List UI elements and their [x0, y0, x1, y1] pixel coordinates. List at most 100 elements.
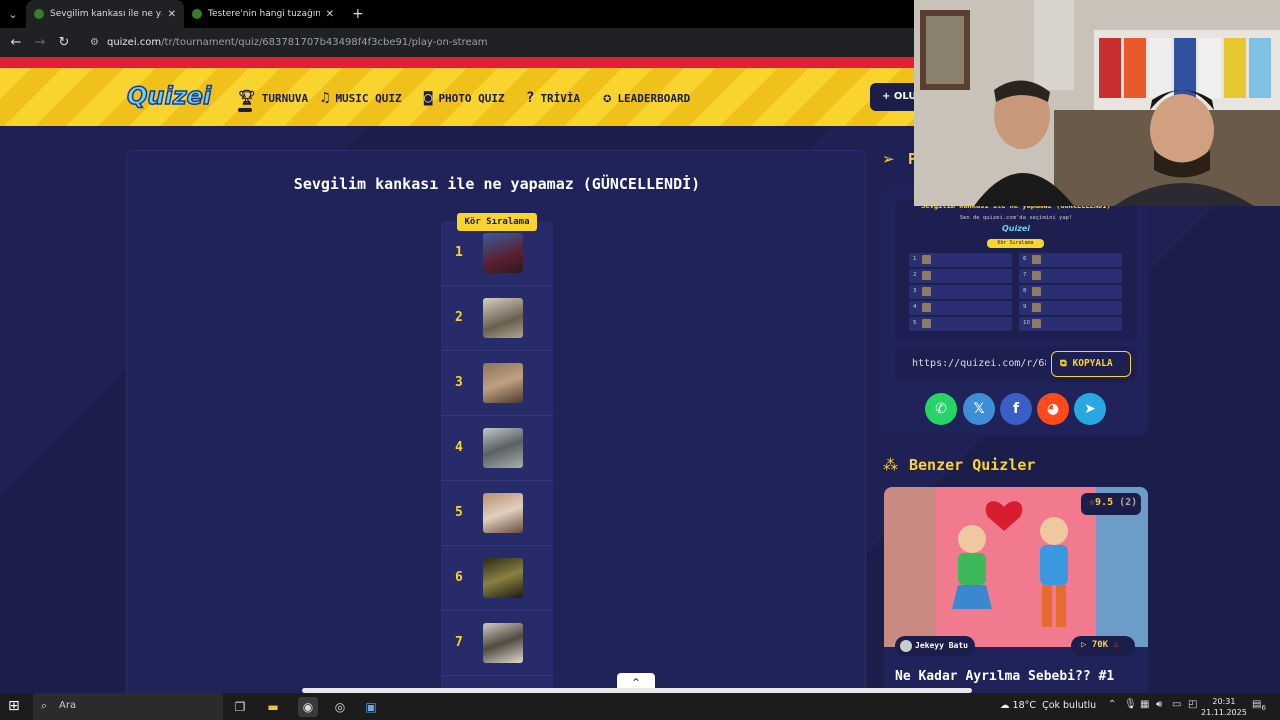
rank-row[interactable]: 6 — [441, 546, 553, 611]
new-tab-plus-icon[interactable]: + — [352, 6, 364, 22]
rank-number: 7 — [455, 635, 463, 650]
taskbar-clock[interactable]: 20:31 21.11.2025 — [1201, 696, 1247, 718]
file-explorer-icon[interactable]: ▬ — [263, 697, 283, 717]
rank-thumbnail — [483, 428, 523, 468]
similar-quizzes-title: Benzer Quizler — [909, 456, 1036, 474]
whatsapp-icon[interactable]: ✆ — [925, 393, 957, 425]
site-settings-icon[interactable]: ⚙ — [90, 37, 99, 48]
preview-row: 10 — [1019, 317, 1122, 331]
fire-icon: ♨ — [1108, 640, 1119, 650]
remote-desktop-icon[interactable]: ▣ — [361, 697, 381, 717]
rank-row[interactable]: 4 — [441, 416, 553, 481]
webcam-video — [914, 0, 1280, 206]
rank-row[interactable]: 2 — [441, 286, 553, 351]
preview-subtitle: Sen de quizei.com'da seçimini yap! — [959, 215, 1073, 221]
preview-row: 7 — [1019, 269, 1122, 283]
preview-row: 3 — [909, 285, 1012, 299]
medal-icon: ✪ — [603, 90, 612, 106]
rank-thumbnail — [483, 298, 523, 338]
tab-list-chevron-icon[interactable]: ⌄ — [0, 8, 26, 21]
rank-number: 1 — [455, 245, 463, 260]
site-favicon-icon — [34, 9, 44, 19]
rank-number: 2 — [455, 310, 463, 325]
quiz-title: Sevgilim kankası ile ne yapamaz (GÜNCELL… — [293, 175, 701, 193]
preview-row: 5 — [909, 317, 1012, 331]
nav-music-quiz[interactable]: ♫ MUSIC QUIZ — [321, 90, 402, 106]
rank-number: 6 — [455, 570, 463, 585]
play-icon: ▷ — [1081, 640, 1092, 650]
volume-icon[interactable]: 🔊︎ — [1156, 699, 1162, 710]
similar-quiz-card[interactable]: ☆9.5 (2) Jekeyy Batu ▷ 70K ♨ Ne Kadar Ay… — [884, 487, 1148, 697]
tab-title: Sevgilim kankası ile ne yapamaz — [50, 9, 162, 19]
x-twitter-icon[interactable]: 𝕏 — [963, 393, 995, 425]
rank-row[interactable]: 3 — [441, 351, 553, 416]
windows-start-icon[interactable]: ⊞ — [8, 698, 20, 714]
quiz-card-title[interactable]: Ne Kadar Ayrılma Sebebi?? #1 — [895, 669, 1114, 684]
question-bubble-icon: ? — [526, 90, 535, 106]
rank-row[interactable]: 5 — [441, 481, 553, 546]
nav-photo-quiz[interactable]: ◙ PHOTO QUIZ — [424, 90, 505, 106]
browser-tab-2[interactable]: Testere'nin hangi tuzağından k ✕ — [184, 0, 342, 28]
tray-chevron-icon[interactable]: ⌃ — [1108, 699, 1116, 710]
rank-thumbnail — [483, 493, 523, 533]
weather-widget[interactable]: ☁ 18°C Çok bulutlu — [1000, 700, 1096, 711]
taskbar-search-box[interactable]: ⌕ Ara — [33, 693, 223, 720]
copy-button[interactable]: ⧉ KOPYALA — [1051, 351, 1131, 377]
url-field[interactable]: quizei.com/tr/tournament/quiz/683781707b… — [107, 37, 488, 48]
close-tab-icon[interactable]: ✕ — [326, 9, 334, 20]
nav-trivia[interactable]: ? TRİVİA — [526, 90, 580, 106]
notifications-icon[interactable]: ▤6 — [1252, 699, 1266, 712]
preview-logo: Quizei — [1001, 224, 1031, 233]
rank-number: 3 — [455, 375, 463, 390]
battery-icon[interactable]: ▭ — [1172, 699, 1181, 710]
rank-row[interactable]: 1 — [441, 221, 553, 286]
app-icon[interactable]: ◎ — [330, 697, 350, 717]
forward-arrow-icon[interactable]: → — [28, 35, 52, 50]
preview-row: 9 — [1019, 301, 1122, 315]
task-view-icon[interactable]: ❐ — [230, 697, 250, 717]
telegram-icon[interactable]: ➤ — [1074, 393, 1106, 425]
preview-badge: Kör Sıralama — [987, 239, 1044, 248]
quiz-author[interactable]: Jekeyy Batu — [895, 636, 975, 656]
rank-row[interactable]: 7 — [441, 611, 553, 676]
cluster-icon: ⁂ — [883, 456, 898, 474]
nav-turnuva[interactable]: 🏆︎ TURNUVA — [238, 90, 308, 106]
quiz-panel: Sevgilim kankası ile ne yapamaz (GÜNCELL… — [126, 150, 866, 711]
camera-icon: ◙ — [424, 90, 433, 106]
site-logo[interactable]: Quizei — [126, 81, 212, 111]
rank-thumbnail — [483, 233, 523, 273]
close-tab-icon[interactable]: ✕ — [168, 9, 176, 20]
rank-number: 4 — [455, 440, 463, 455]
reload-icon[interactable]: ↻ — [52, 35, 76, 50]
share-preview-image: Sevgilim kankası ile ne yapamaz (GÜNCELL… — [895, 200, 1137, 340]
tab-title: Testere'nin hangi tuzağından k — [208, 9, 320, 19]
quiz-play-count: ▷ 70K ♨ — [1071, 636, 1135, 656]
nav-leaderboard[interactable]: ✪ LEADERBOARD — [603, 90, 690, 106]
facebook-icon[interactable]: f — [1000, 393, 1032, 425]
browser-tab-1[interactable]: Sevgilim kankası ile ne yapamaz ✕ — [26, 0, 184, 28]
share-link-input[interactable]: https://quizei.com/r/683 — [912, 358, 1046, 369]
site-favicon-icon — [192, 9, 202, 19]
avatar — [900, 640, 912, 652]
chrome-icon[interactable]: ◉ — [298, 697, 318, 717]
network-icon[interactable]: ▦ — [1140, 699, 1149, 710]
send-icon: ➢ — [882, 150, 895, 168]
rank-thumbnail — [483, 558, 523, 598]
trophy-icon: 🏆︎ — [238, 90, 256, 106]
microphone-icon[interactable]: 🎙︎ — [1124, 699, 1137, 710]
share-link-box: https://quizei.com/r/683 ⧉ KOPYALA — [895, 346, 1137, 382]
windows-taskbar: ⊞ ⌕ Ara ❐ ▬ ◉ ◎ ▣ ☁ 18°C Çok bulutlu ⌃ 🎙… — [0, 693, 1280, 720]
search-icon: ⌕ — [41, 699, 48, 712]
cloud-icon: ☁ — [1000, 700, 1013, 711]
preview-row: 8 — [1019, 285, 1122, 299]
preview-row: 4 — [909, 301, 1012, 315]
copy-icon: ⧉ — [1060, 358, 1073, 369]
language-icon[interactable]: ◰ — [1188, 699, 1197, 710]
back-arrow-icon[interactable]: ← — [4, 35, 28, 50]
rank-number: 5 — [455, 505, 463, 520]
preview-row: 2 — [909, 269, 1012, 283]
active-nav-indicator — [238, 108, 252, 112]
music-note-icon: ♫ — [321, 90, 330, 106]
rank-thumbnail — [483, 363, 523, 403]
reddit-icon[interactable]: ◕ — [1037, 393, 1069, 425]
